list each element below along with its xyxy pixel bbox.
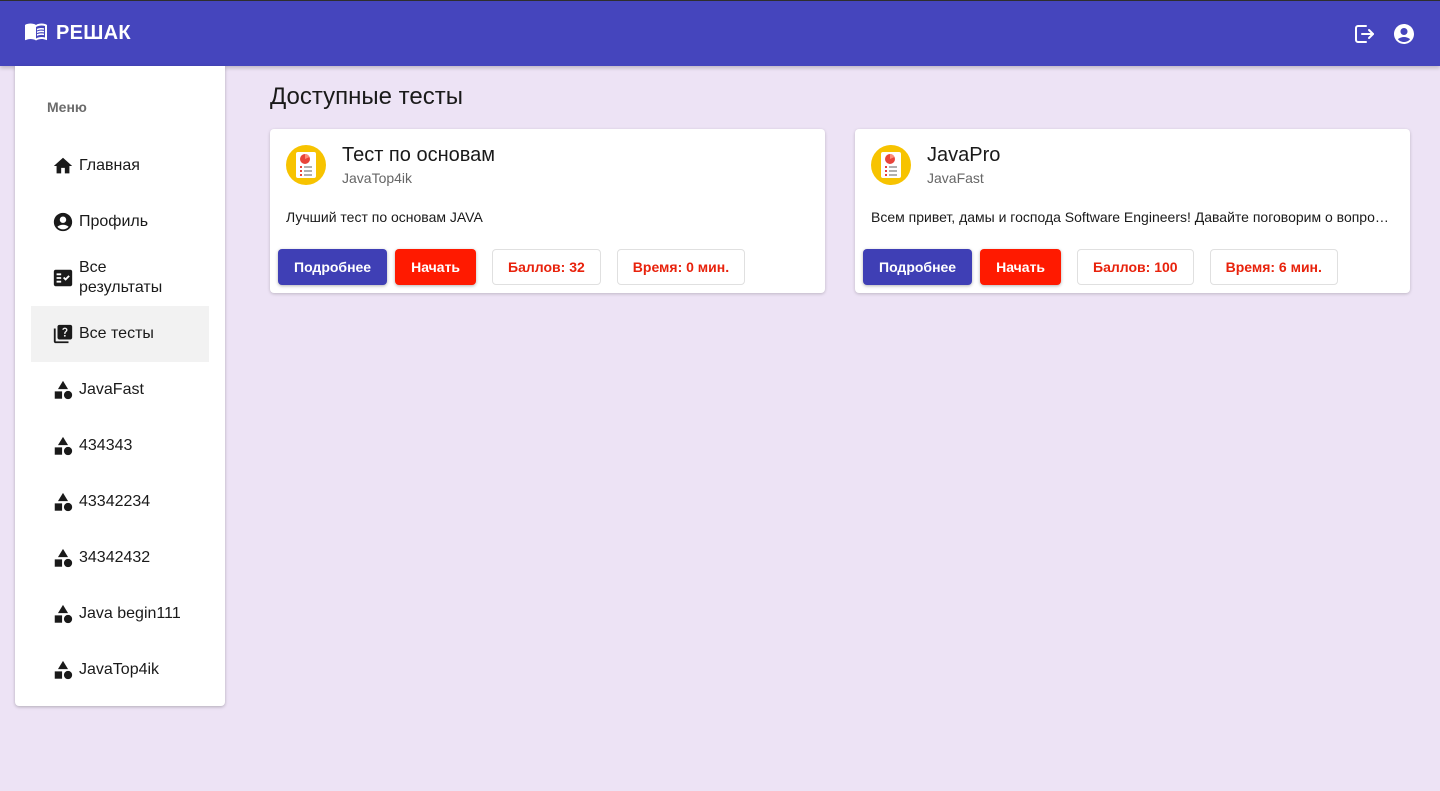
category-icon: [52, 603, 74, 625]
sidebar-item-javafast[interactable]: JavaFast: [31, 362, 209, 418]
book-icon: [24, 19, 48, 48]
main-content: Доступные тесты Тест по основам JavaTop4…: [270, 66, 1410, 293]
sidebar-item-label: Главная: [79, 157, 140, 174]
sidebar-item-43342234[interactable]: 43342234: [31, 474, 209, 530]
test-title: JavaPro: [927, 144, 1001, 166]
quiz-icon: [52, 323, 74, 345]
sidebar-item-label: Все тесты: [79, 325, 154, 342]
sidebar: Меню Главная Профиль Все результаты Все …: [15, 66, 225, 706]
category-icon: [52, 491, 74, 513]
category-icon: [52, 435, 74, 457]
sidebar-item-34342432[interactable]: 34342432: [31, 530, 209, 586]
start-button[interactable]: Начать: [395, 249, 477, 285]
test-avatar-icon: [286, 145, 326, 185]
category-icon: [52, 547, 74, 569]
sidebar-item-434343[interactable]: 434343: [31, 418, 209, 474]
app-header: РЕШАК: [0, 0, 1440, 66]
sidebar-item-label: Java begin111: [79, 605, 181, 622]
sidebar-item-home[interactable]: Главная: [31, 138, 209, 194]
test-card: JavaPro JavaFast Всем привет, дамы и гос…: [855, 129, 1410, 293]
account-circle-icon: [52, 211, 74, 233]
test-avatar-icon: [871, 145, 911, 185]
test-description: Всем привет, дамы и господа Software Eng…: [871, 209, 1389, 225]
time-badge: Время: 6 мин.: [1209, 249, 1338, 285]
sidebar-item-all-tests[interactable]: Все тесты: [31, 306, 209, 362]
details-button[interactable]: Подробнее: [278, 249, 388, 285]
page-title: Доступные тесты: [270, 83, 463, 110]
time-badge: Время: 0 мин.: [616, 249, 746, 285]
test-author: JavaFast: [927, 170, 984, 186]
menu-header: Меню: [47, 99, 87, 115]
test-card: Тест по основам JavaTop4ik Лучший тест п…: [270, 129, 825, 293]
fact-check-icon: [52, 267, 74, 289]
sidebar-item-java-begin111[interactable]: Java begin111: [31, 586, 209, 642]
category-icon: [52, 379, 74, 401]
app-title: РЕШАК: [56, 22, 131, 44]
sidebar-item-javatop4ik[interactable]: JavaTop4ik: [31, 642, 209, 698]
test-author: JavaTop4ik: [342, 170, 413, 186]
home-icon: [52, 155, 74, 177]
brand[interactable]: РЕШАК: [24, 19, 131, 48]
sidebar-item-label: 43342234: [79, 493, 151, 510]
sidebar-item-label: JavaTop4ik: [79, 661, 160, 678]
account-icon[interactable]: [1392, 22, 1416, 46]
start-button[interactable]: Начать: [980, 249, 1062, 285]
category-icon: [52, 659, 74, 681]
score-badge: Баллов: 32: [492, 249, 601, 285]
test-description: Лучший тест по основам JAVA: [286, 209, 483, 225]
test-title: Тест по основам: [342, 144, 496, 166]
sidebar-item-label: Профиль: [79, 213, 149, 230]
sidebar-item-all-results[interactable]: Все результаты: [31, 250, 209, 306]
sidebar-item-label: 434343: [79, 437, 133, 454]
sidebar-item-profile[interactable]: Профиль: [31, 194, 209, 250]
sidebar-item-label: 34342432: [79, 549, 151, 566]
sidebar-item-label: JavaFast: [79, 381, 144, 398]
score-badge: Баллов: 100: [1077, 249, 1194, 285]
test-cards: Тест по основам JavaTop4ik Лучший тест п…: [270, 129, 1410, 293]
sidebar-item-label: Все результаты: [79, 259, 163, 296]
logout-icon[interactable]: [1352, 22, 1376, 46]
details-button[interactable]: Подробнее: [863, 249, 973, 285]
